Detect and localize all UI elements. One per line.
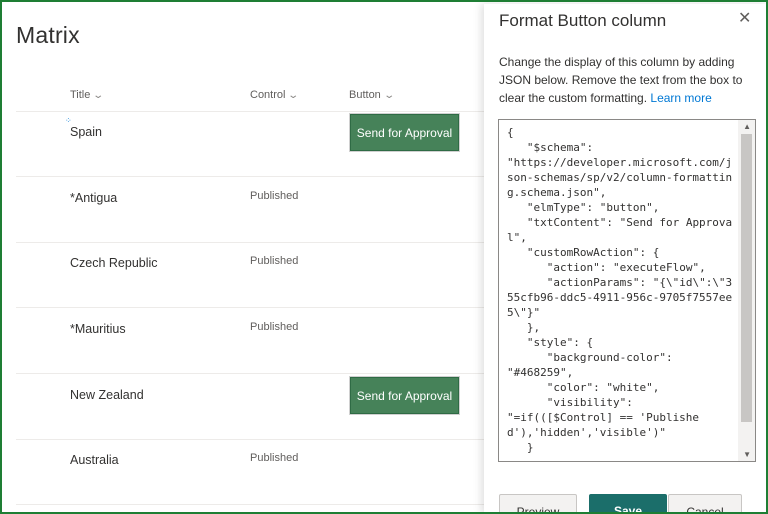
row-title[interactable]: *Mauritius: [70, 322, 126, 336]
row-title[interactable]: Australia: [70, 453, 119, 467]
table-row[interactable]: Czech Republic Published: [16, 243, 484, 308]
panel-description: Change the display of this column by add…: [499, 53, 761, 107]
row-control: Published: [250, 321, 299, 333]
column-header-control[interactable]: Control ⌄: [250, 89, 300, 101]
row-control: Published: [250, 452, 299, 464]
row-title[interactable]: Spain: [70, 125, 102, 139]
row-title[interactable]: *Antigua: [70, 191, 117, 205]
column-header-label: Control: [250, 89, 286, 101]
json-editor-text[interactable]: { "$schema": "https://developer.microsof…: [507, 125, 735, 455]
list-view: Matrix Title ⌄ Control ⌄ Button ⌄ ⁘ Spai…: [4, 4, 484, 512]
close-icon[interactable]: ✕: [738, 8, 751, 28]
chevron-down-icon: ⌄: [287, 89, 300, 101]
row-title[interactable]: New Zealand: [70, 388, 144, 402]
row-control: Published: [250, 190, 299, 202]
json-editor[interactable]: { "$schema": "https://developer.microsof…: [498, 119, 756, 462]
window-frame: Matrix Title ⌄ Control ⌄ Button ⌄ ⁘ Spai…: [0, 0, 768, 514]
send-for-approval-button[interactable]: Send for Approval: [350, 114, 459, 151]
chevron-down-icon: ⌄: [383, 89, 395, 101]
row-control: Published: [250, 255, 299, 267]
table-row[interactable]: *Mauritius Published: [16, 309, 484, 374]
send-for-approval-button[interactable]: Send for Approval: [350, 377, 459, 414]
cancel-button[interactable]: Cancel: [668, 494, 742, 512]
scroll-down-arrow-icon[interactable]: ▼: [743, 450, 751, 459]
save-button[interactable]: Save: [589, 494, 667, 512]
page-title: Matrix: [16, 22, 80, 48]
row-title[interactable]: Czech Republic: [70, 256, 158, 270]
editor-scrollbar[interactable]: ▲ ▼: [738, 120, 755, 461]
loading-spinner-icon: ⁘: [65, 116, 72, 125]
column-header-button[interactable]: Button ⌄: [349, 89, 395, 101]
preview-button[interactable]: Preview: [499, 494, 577, 512]
learn-more-link[interactable]: Learn more: [650, 91, 711, 105]
column-header-title[interactable]: Title ⌄: [70, 89, 105, 101]
column-header-label: Button: [349, 89, 381, 101]
scroll-up-arrow-icon[interactable]: ▲: [743, 122, 751, 131]
column-header-label: Title: [70, 89, 91, 101]
scrollbar-thumb[interactable]: [741, 134, 752, 422]
table-row[interactable]: ⁘ Spain Send for Approval: [16, 112, 484, 177]
chevron-down-icon: ⌄: [92, 89, 105, 101]
table-row[interactable]: *Antigua Published: [16, 178, 484, 243]
format-column-panel: Format Button column ✕ Change the displa…: [484, 4, 766, 512]
table-row[interactable]: Australia Published: [16, 440, 484, 505]
panel-title: Format Button column: [499, 11, 667, 30]
table-row[interactable]: New Zealand Send for Approval: [16, 375, 484, 440]
